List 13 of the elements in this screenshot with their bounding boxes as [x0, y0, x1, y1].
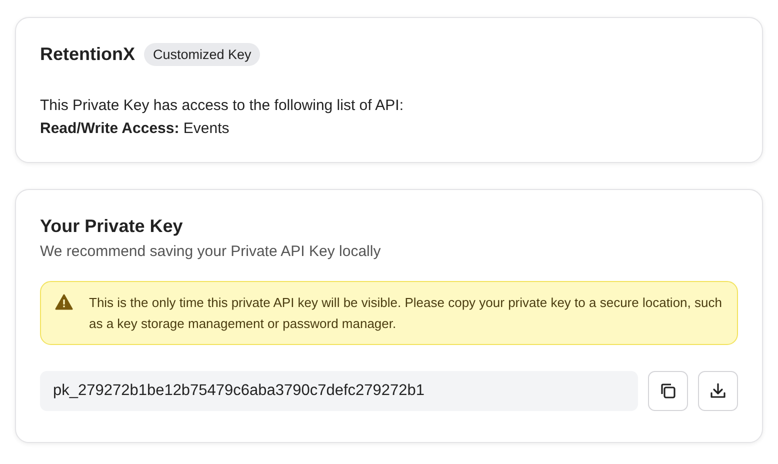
key-subtitle: We recommend saving your Private API Key locally [40, 243, 382, 260]
download-button[interactable] [698, 371, 738, 411]
download-icon [709, 382, 727, 400]
warning-icon [55, 294, 73, 310]
app-name: RetentionX [40, 44, 136, 65]
access-description: This Private Key has access to the following list of API: [40, 96, 405, 116]
key-title: Your Private Key [40, 216, 184, 237]
copy-icon [659, 382, 677, 400]
copy-button[interactable] [648, 371, 688, 411]
key-type-badge: Customized Key [144, 43, 260, 66]
warning-text: This is the only time this private API key will be visible. Please copy your private key to a secure location, such as a key storage management or password manager. [89, 294, 723, 333]
private-key-field[interactable]: pk_279272b1be12b75479c6aba3790c7defc279272b1 [40, 371, 638, 411]
access-list: Read/Write Access: Events [40, 117, 738, 140]
